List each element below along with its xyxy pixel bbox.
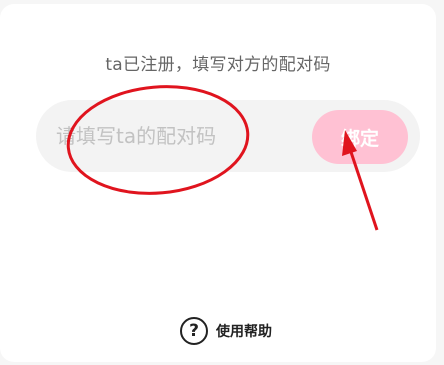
help-label: 使用帮助 xyxy=(216,324,272,340)
pairing-code-row: 绑定 xyxy=(36,100,420,172)
question-circle-icon: ? xyxy=(180,317,208,345)
bind-button[interactable]: 绑定 xyxy=(312,110,408,164)
pairing-instruction: ta已注册，填写对方的配对码 xyxy=(105,55,331,75)
pairing-card: ta已注册，填写对方的配对码 绑定 ? 使用帮助 xyxy=(0,4,436,362)
pairing-code-input[interactable] xyxy=(56,114,306,158)
help-link[interactable]: ? 使用帮助 xyxy=(180,316,272,346)
